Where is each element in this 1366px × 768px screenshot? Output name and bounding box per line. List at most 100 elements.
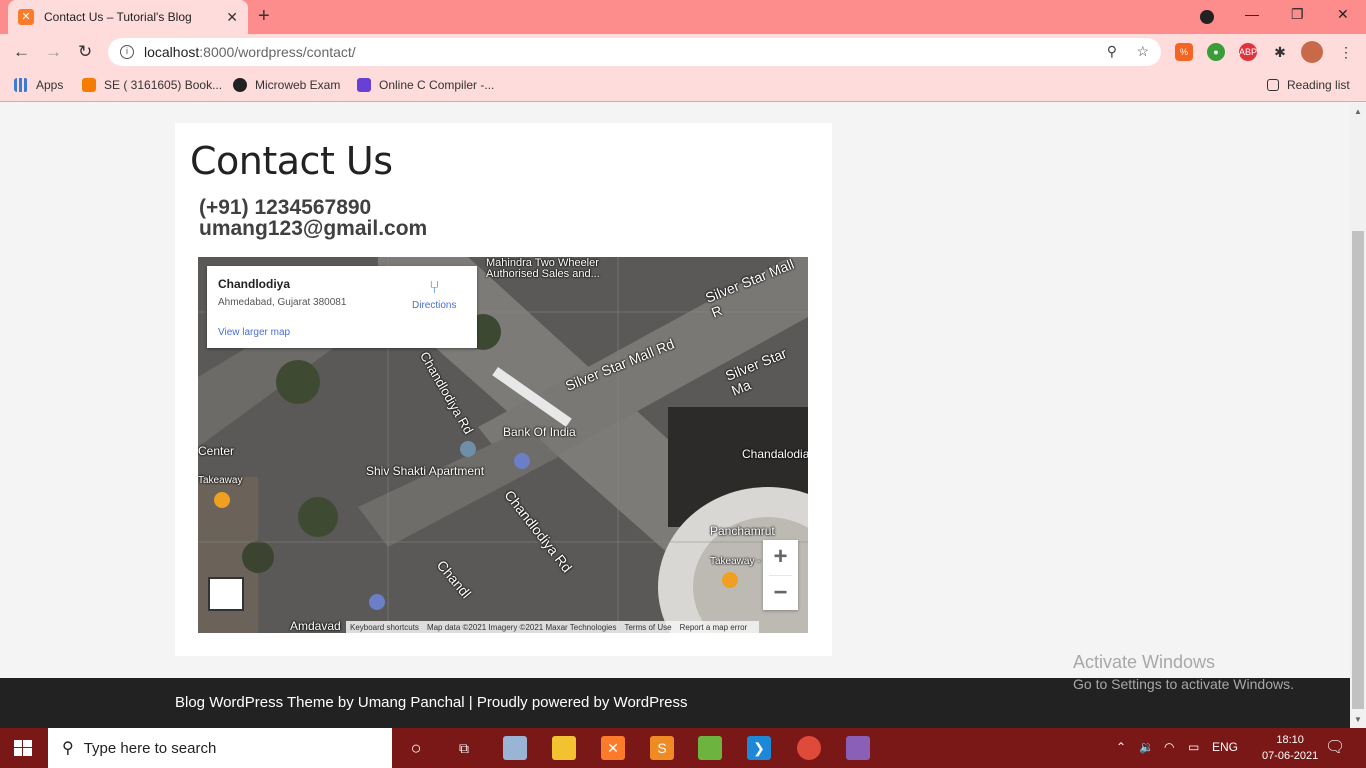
bookmark-microweb[interactable]: Microweb Exam: [233, 78, 340, 92]
profile-dropdown-icon[interactable]: [1200, 10, 1214, 24]
back-icon[interactable]: ←: [13, 42, 30, 62]
notifications-icon[interactable]: 🗨: [1325, 737, 1345, 757]
map-pin-icon: [460, 441, 476, 457]
scroll-thumb[interactable]: [1352, 231, 1364, 709]
map-attribution: Keyboard shortcuts Map data ©2021 Imager…: [346, 621, 760, 633]
file-explorer-icon[interactable]: [552, 736, 576, 760]
blogger-icon: [82, 78, 96, 92]
volume-icon[interactable]: 🔉: [1139, 740, 1154, 754]
adblock-icon[interactable]: ABP: [1239, 43, 1257, 61]
street-view-toggle[interactable]: [208, 577, 244, 611]
zoom-out-button[interactable]: −: [763, 576, 798, 611]
place-info-card: Chandlodiya Ahmedabad, Gujarat 380081 ⑂ …: [207, 266, 477, 348]
terms-link[interactable]: Terms of Use: [624, 623, 671, 632]
browser-toolbar: ← → ↻ i localhost:8000/wordpress/contact…: [0, 34, 1366, 70]
wifi-icon[interactable]: ◠: [1164, 740, 1174, 754]
watermark-line2: Go to Settings to activate Windows.: [1073, 676, 1294, 692]
zoom-in-button[interactable]: +: [763, 540, 798, 575]
zoom-controls: + −: [763, 540, 798, 610]
cortana-icon[interactable]: ○: [404, 736, 428, 760]
language-indicator[interactable]: ENG: [1212, 740, 1238, 754]
forward-icon[interactable]: →: [45, 42, 62, 62]
app-icon[interactable]: [698, 736, 722, 760]
map-label: Shiv Shakti Apartment: [366, 464, 485, 478]
bookmark-online-c[interactable]: Online C Compiler -...: [357, 78, 494, 92]
scroll-down-icon[interactable]: ▼: [1354, 715, 1362, 724]
chrome-icon[interactable]: [797, 736, 821, 760]
map-label: Chandalodia: [742, 447, 808, 461]
google-map-embed[interactable]: Mahindra Two Wheeler Authorised Sales an…: [198, 257, 808, 633]
clock-time: 18:10: [1276, 734, 1304, 746]
contact-info: (+91) 1234567890 umang123@gmail.com: [199, 197, 427, 239]
directions-link[interactable]: Directions: [412, 300, 456, 311]
url-path: :8000/wordpress/contact/: [199, 44, 356, 60]
restaurant-pin-icon: [214, 492, 230, 508]
taskbar-search[interactable]: ⚲ Type here to search: [48, 728, 392, 768]
url-text: localhost:8000/wordpress/contact/: [144, 44, 356, 60]
map-label: Amdavad: [290, 619, 341, 633]
new-tab-icon[interactable]: +: [258, 5, 270, 28]
vscode-icon[interactable]: ❯: [747, 736, 771, 760]
report-error-link[interactable]: Report a map error: [680, 623, 748, 632]
map-label: Bank Of India: [503, 425, 576, 439]
bookmark-label: Online C Compiler -...: [379, 78, 495, 92]
view-larger-map-link[interactable]: View larger map: [218, 327, 290, 338]
bookmark-label: Apps: [36, 78, 64, 92]
bookmark-apps[interactable]: Apps: [14, 78, 63, 92]
page-scrollbar[interactable]: ▲ ▼: [1350, 103, 1366, 728]
map-label: Authorised Sales and...: [486, 268, 600, 280]
tray-chevron-icon[interactable]: ⌃: [1116, 740, 1126, 754]
profile-avatar[interactable]: [1301, 41, 1323, 63]
task-view-icon[interactable]: ⧉: [452, 736, 476, 760]
bookmarks-bar: Apps SE ( 3161605) Book... Microweb Exam…: [0, 70, 1366, 102]
email-address: umang123@gmail.com: [199, 217, 428, 240]
bookmark-star-icon[interactable]: ☆: [1136, 43, 1149, 59]
map-data-text: Map data ©2021 Imagery ©2021 Maxar Techn…: [426, 622, 617, 632]
reading-list-label: Reading list: [1287, 78, 1350, 92]
bookmark-label: SE ( 3161605) Book...: [104, 78, 223, 92]
extension-icon-2[interactable]: ●: [1207, 43, 1225, 61]
directions-icon[interactable]: ⑂: [429, 278, 447, 296]
minimize-icon[interactable]: —: [1245, 6, 1259, 22]
xampp-icon[interactable]: ✕: [601, 736, 625, 760]
map-label: Takeaway: [198, 475, 243, 486]
network-app-icon[interactable]: [503, 736, 527, 760]
phone-number: (+91) 1234567890: [199, 196, 372, 219]
url-host: localhost: [144, 44, 200, 60]
map-label: Panchamrut: [710, 524, 775, 538]
omnibox-actions: ⚲ ☆: [1107, 43, 1149, 60]
reading-list-icon: [1267, 79, 1279, 91]
zoom-search-icon[interactable]: ⚲: [1107, 43, 1117, 59]
browser-tab[interactable]: ✕ Contact Us – Tutorial's Blog ✕: [8, 0, 248, 34]
menu-kebab-icon[interactable]: ⋮: [1337, 43, 1355, 61]
windows-start-icon[interactable]: [14, 740, 32, 756]
xampp-favicon-icon: ✕: [18, 9, 34, 25]
bookmark-se-book[interactable]: SE ( 3161605) Book...: [82, 78, 222, 92]
site-info-icon[interactable]: i: [120, 45, 134, 59]
winrar-icon[interactable]: [846, 736, 870, 760]
battery-icon[interactable]: ▭: [1188, 740, 1199, 754]
system-clock[interactable]: 18:10 07-06-2021: [1262, 732, 1318, 764]
windows-taskbar: ⚲ Type here to search ○ ⧉ ✕ S ❯ ⌃ 🔉 ◠ ▭ …: [0, 728, 1366, 768]
extension-icon-1[interactable]: %: [1175, 43, 1193, 61]
search-icon: ⚲: [62, 740, 74, 757]
address-bar[interactable]: i localhost:8000/wordpress/contact/ ⚲ ☆: [108, 38, 1161, 66]
reload-icon[interactable]: ↻: [78, 42, 92, 62]
map-label: Takeaway -: [710, 556, 761, 567]
extensions-puzzle-icon[interactable]: ✱: [1271, 43, 1289, 61]
place-address: Ahmedabad, Gujarat 380081: [218, 297, 347, 308]
map-label: Center: [198, 444, 235, 458]
bank-pin-icon: [514, 453, 530, 469]
close-window-icon[interactable]: ✕: [1337, 6, 1349, 23]
restore-icon[interactable]: ❐: [1291, 6, 1304, 23]
footer-credit: Blog WordPress Theme by Umang Panchal | …: [175, 694, 688, 711]
sublime-text-icon[interactable]: S: [650, 736, 674, 760]
tab-close-icon[interactable]: ✕: [226, 9, 238, 26]
keyboard-shortcuts-link[interactable]: Keyboard shortcuts: [350, 623, 419, 632]
reading-list-button[interactable]: Reading list: [1267, 78, 1350, 92]
page-body: Contact Us (+91) 1234567890 umang123@gma…: [0, 103, 1350, 678]
browser-titlebar: ✕ Contact Us – Tutorial's Blog ✕ + — ❐ ✕: [0, 0, 1366, 34]
place-name: Chandlodiya: [218, 277, 291, 291]
scroll-up-icon[interactable]: ▲: [1354, 107, 1362, 116]
page-title: Contact Us: [190, 139, 393, 183]
